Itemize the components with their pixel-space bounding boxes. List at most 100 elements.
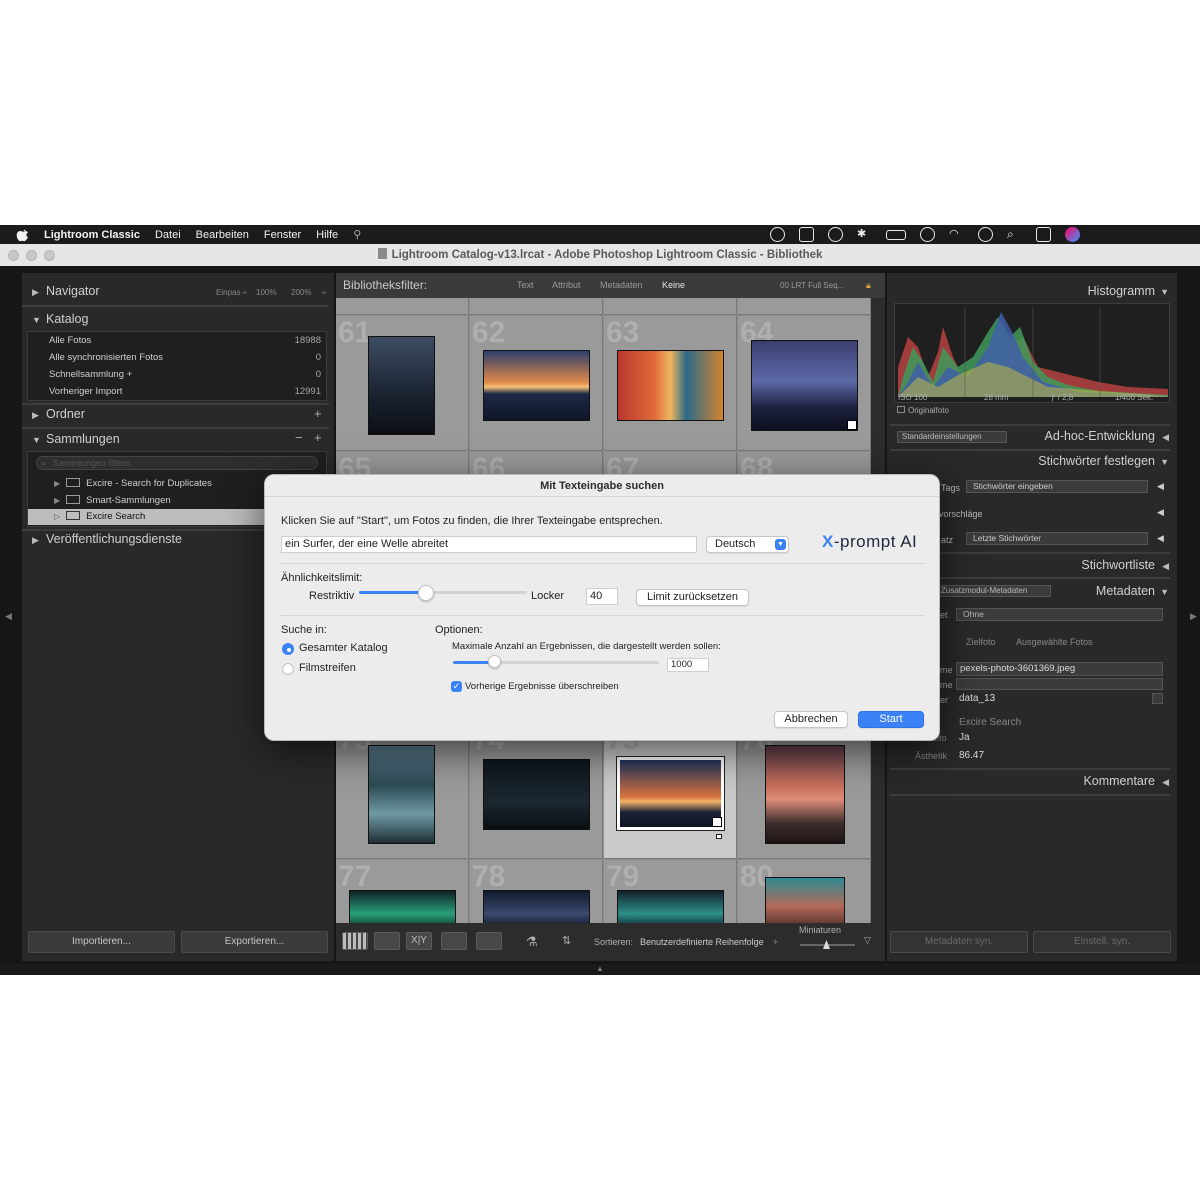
compare-view-icon[interactable]: X|Y xyxy=(406,932,432,950)
metadata-selected-photos[interactable]: Ausgewählte Fotos xyxy=(1016,637,1093,647)
menu-app-name[interactable]: Lightroom Classic xyxy=(44,229,140,241)
grid-cell[interactable]: 76 xyxy=(738,723,871,859)
airdrop-icon[interactable] xyxy=(828,227,843,242)
photo-thumbnail[interactable] xyxy=(483,759,590,830)
max-results-slider-knob[interactable] xyxy=(488,655,501,668)
grid-cell[interactable]: 79 xyxy=(604,860,737,923)
spotlight-icon[interactable]: ⌕ xyxy=(1007,227,1022,242)
grid-cell[interactable]: 77 xyxy=(336,860,469,923)
quick-develop-preset-select[interactable]: Standardeinstellungen xyxy=(897,431,1007,443)
import-button[interactable]: Importieren... xyxy=(28,931,175,953)
control-center-icon[interactable] xyxy=(1036,227,1051,242)
catalog-header[interactable]: ▼ Katalog xyxy=(32,307,332,332)
add-folder-icon[interactable]: + xyxy=(314,406,322,421)
user-icon[interactable] xyxy=(920,227,935,242)
grid-cell[interactable]: 62 xyxy=(470,316,603,451)
metadata-preset-select[interactable]: Zusatzmodul-Metadaten xyxy=(937,585,1051,597)
keyword-set-select[interactable]: Letzte Stichwörter xyxy=(966,532,1148,545)
collapse-triangle-icon[interactable]: ◀ xyxy=(1157,533,1164,544)
navigator-header[interactable]: ▶ Navigator xyxy=(32,279,332,304)
shield-icon[interactable] xyxy=(799,227,814,242)
siri-icon[interactable] xyxy=(1065,227,1080,242)
metadata-target-photo[interactable]: Zielfoto xyxy=(966,637,996,647)
photo-thumbnail[interactable] xyxy=(349,890,456,923)
grid-cell[interactable] xyxy=(470,298,603,315)
minimize-window-button[interactable] xyxy=(26,250,37,261)
filter-tab-attribute[interactable]: Attribut xyxy=(552,273,581,298)
language-select[interactable]: Deutsch ▼ xyxy=(706,536,789,553)
apple-logo-icon[interactable] xyxy=(16,228,30,242)
creative-cloud-icon[interactable] xyxy=(770,227,785,242)
wifi-icon[interactable]: ◠ xyxy=(949,227,964,242)
menu-window[interactable]: Fenster xyxy=(264,229,301,241)
sync-metadata-button[interactable]: Metadaten syn. xyxy=(890,931,1028,953)
sort-direction-icon[interactable]: ⇅ xyxy=(562,934,571,947)
photo-thumbnail[interactable] xyxy=(617,890,724,923)
filmstrip-toggle-icon[interactable]: ▲ xyxy=(596,964,604,973)
photo-thumbnail[interactable] xyxy=(765,745,845,844)
navigator-zoom-100[interactable]: 100% xyxy=(256,288,276,297)
histogram[interactable]: ISO 100 xyxy=(894,303,1170,403)
photo-thumbnail[interactable] xyxy=(368,336,435,435)
photo-thumbnail[interactable] xyxy=(483,890,590,923)
survey-view-icon[interactable] xyxy=(441,932,467,950)
grid-cell[interactable]: 74 xyxy=(470,723,603,859)
similarity-slider-knob[interactable] xyxy=(418,585,434,601)
menu-help[interactable]: Hilfe xyxy=(316,229,338,241)
sort-select[interactable]: Benutzerdefinierte Reihenfolge xyxy=(640,937,764,947)
script-icon[interactable]: ⚲ xyxy=(353,228,361,241)
quick-develop-header[interactable]: Ad-hoc-Entwicklung ◀ xyxy=(1007,424,1169,449)
filter-tab-metadata[interactable]: Metadaten xyxy=(600,273,643,298)
overwrite-results-label[interactable]: Vorherige Ergebnisse überschreiben xyxy=(465,681,619,692)
original-photo-checkbox[interactable]: Originalfoto xyxy=(897,406,949,415)
filter-preset-select[interactable]: 00 LRT Full Seq... xyxy=(780,273,844,298)
navigator-menu-icon[interactable]: ÷ xyxy=(322,288,326,297)
grid-cell[interactable]: 63 xyxy=(604,316,737,451)
grid-view-icon[interactable] xyxy=(342,932,368,950)
start-button[interactable]: Start xyxy=(858,711,924,728)
export-button[interactable]: Exportieren... xyxy=(181,931,328,953)
overwrite-results-checkbox[interactable]: ✓ xyxy=(451,681,462,692)
cancel-button[interactable]: Abbrechen xyxy=(774,711,848,728)
search-query-input[interactable]: ein Surfer, der eine Welle abreitet xyxy=(281,536,697,553)
grid-cell[interactable]: 73 xyxy=(336,723,469,859)
metadata-filename-field[interactable]: pexels-photo-3601369.jpeg xyxy=(956,662,1163,676)
comments-header[interactable]: Kommentare ◀ xyxy=(887,769,1169,794)
grid-cell[interactable]: 61 xyxy=(336,316,469,451)
keyword-suggestions-label[interactable]: vorschläge xyxy=(939,509,983,519)
collapse-triangle-icon[interactable]: ◀ xyxy=(1157,507,1164,518)
collapse-triangle-icon[interactable]: ◀ xyxy=(1157,481,1164,492)
time-machine-icon[interactable] xyxy=(978,227,993,242)
metadata-set-select[interactable]: Ohne xyxy=(956,608,1163,621)
catalog-row[interactable]: Alle Fotos 18988 xyxy=(49,335,321,346)
bluetooth-icon[interactable]: ✱ xyxy=(857,227,872,242)
add-collection-icon[interactable]: + xyxy=(314,430,322,445)
close-window-button[interactable] xyxy=(8,250,19,261)
toolbar-menu-icon[interactable]: ▽ xyxy=(864,935,871,946)
metadata-folder-button[interactable] xyxy=(1152,693,1163,704)
photo-thumbnail[interactable] xyxy=(368,745,435,844)
histogram-header[interactable]: Histogramm ▼ xyxy=(887,279,1169,304)
photo-thumbnail[interactable] xyxy=(617,350,724,421)
search-scope-catalog-label[interactable]: Gesamter Katalog xyxy=(299,642,388,654)
grid-cell[interactable] xyxy=(336,298,469,315)
chevron-down-icon[interactable]: ÷ xyxy=(773,937,778,947)
search-scope-filmstrip-label[interactable]: Filmstreifen xyxy=(299,662,356,674)
search-scope-filmstrip-radio[interactable] xyxy=(282,663,294,675)
folders-header[interactable]: ▶ Ordner xyxy=(32,402,332,427)
keywording-header[interactable]: Stichwörter festlegen ▼ xyxy=(887,449,1169,474)
people-view-icon[interactable] xyxy=(476,932,502,950)
search-scope-catalog-radio[interactable] xyxy=(282,643,294,655)
lock-icon[interactable]: 🔒︎ xyxy=(866,273,871,298)
filter-tab-none[interactable]: Keine xyxy=(662,273,685,298)
painter-icon[interactable]: ⚗︎ xyxy=(526,934,538,950)
battery-icon[interactable] xyxy=(886,230,906,240)
similarity-value-input[interactable]: 40 xyxy=(586,588,618,605)
keyword-tags-select[interactable]: Stichwörter eingeben xyxy=(966,480,1148,493)
navigator-zoom-200[interactable]: 200% xyxy=(291,288,311,297)
reset-limit-button[interactable]: Limit zurücksetzen xyxy=(636,589,749,606)
right-panel-toggle-icon[interactable]: ▶ xyxy=(1190,611,1198,623)
remove-collection-icon[interactable]: − xyxy=(295,430,303,445)
grid-cell[interactable]: 64 xyxy=(738,316,871,451)
menu-file[interactable]: Datei xyxy=(155,229,181,241)
